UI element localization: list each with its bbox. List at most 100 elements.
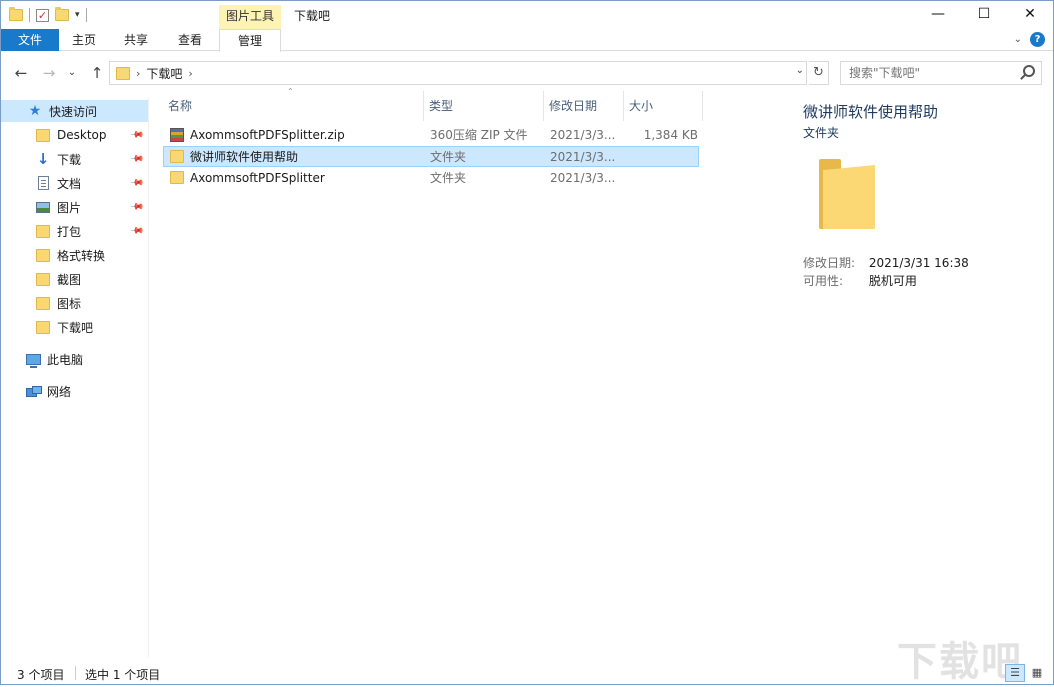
sidebar-item-label: 网络 (47, 383, 71, 400)
details-view-icon[interactable]: ☰ (1005, 664, 1025, 682)
sidebar-item-downloads[interactable]: ↓ 下载 📌 (1, 148, 148, 170)
column-header-size[interactable]: 大小 (629, 91, 653, 121)
expand-ribbon-icon[interactable]: ⌄ (1014, 34, 1022, 45)
address-bar[interactable]: › 下载吧 › ⌄ (109, 61, 807, 85)
file-date: 2021/3/3... (550, 171, 615, 185)
pin-icon[interactable]: 📌 (129, 223, 144, 238)
file-name: 微讲师软件使用帮助 (190, 148, 298, 165)
maximize-button[interactable]: ☐ (961, 1, 1007, 29)
column-divider[interactable] (423, 91, 424, 121)
column-divider[interactable] (702, 91, 703, 121)
sidebar-item-label: 快速访问 (49, 103, 97, 120)
column-divider[interactable] (543, 91, 544, 121)
file-row[interactable]: AxommsoftPDFSplitter.zip 360压缩 ZIP 文件 20… (163, 124, 699, 145)
column-header-name[interactable]: 名称 (168, 91, 192, 121)
sidebar-item-documents[interactable]: 文档 📌 (1, 172, 148, 194)
sidebar-item-this-pc[interactable]: 此电脑 (1, 348, 148, 370)
sidebar-item-desktop[interactable]: Desktop 📌 (1, 124, 148, 146)
navigation-pane: ★ 快速访问 Desktop 📌 ↓ 下载 📌 文档 📌 图片 📌 打包 📌 (1, 97, 149, 657)
details-title: 微讲师软件使用帮助 (803, 101, 938, 122)
back-arrow-icon[interactable]: ← (11, 63, 31, 83)
folder-icon (36, 297, 50, 310)
large-icons-view-icon[interactable]: ▦ (1027, 664, 1047, 682)
folder-icon (170, 150, 184, 163)
folder-icon (36, 321, 50, 334)
column-divider[interactable] (623, 91, 624, 121)
document-icon (38, 176, 49, 190)
search-box[interactable] (840, 61, 1042, 85)
file-size: 1,384 KB (640, 128, 698, 142)
column-header-type[interactable]: 类型 (429, 91, 453, 121)
sidebar-item-icons[interactable]: 图标 (1, 292, 148, 314)
sidebar-item-network[interactable]: 网络 (1, 380, 148, 402)
address-dropdown-icon[interactable]: ⌄ (796, 65, 804, 76)
folder-icon (36, 225, 50, 238)
file-row[interactable]: 微讲师软件使用帮助 文件夹 2021/3/3... (163, 146, 699, 167)
breadcrumb-chevron-icon[interactable]: › (136, 67, 140, 80)
toolbar-divider (86, 8, 87, 22)
sidebar-item-quick-access[interactable]: ★ 快速访问 (1, 100, 148, 122)
window-title: 下载吧 (294, 7, 330, 24)
pin-icon[interactable]: 📌 (129, 199, 144, 214)
file-name: AxommsoftPDFSplitter.zip (190, 128, 345, 142)
customize-toolbar-icon[interactable]: ▾ (75, 10, 80, 20)
tab-view[interactable]: 查看 (169, 29, 211, 51)
tab-home[interactable]: 主页 (63, 29, 105, 51)
folder-icon (9, 9, 23, 21)
sidebar-item-label: Desktop (57, 128, 107, 142)
folder-icon (36, 273, 50, 286)
sidebar-item-label: 格式转换 (57, 247, 105, 264)
breadcrumb-item[interactable]: 下载吧 (146, 65, 182, 82)
file-row[interactable]: AxommsoftPDFSplitter 文件夹 2021/3/3... (163, 167, 699, 188)
tab-file[interactable]: 文件 (1, 29, 59, 51)
new-folder-icon[interactable] (55, 9, 69, 21)
search-icon[interactable] (1023, 65, 1035, 77)
sidebar-item-xiazaiba[interactable]: 下载吧 (1, 316, 148, 338)
picture-tools-context-tab: 图片工具 (219, 5, 281, 29)
status-bar: 3 个项目 选中 1 个项目 ☰ ▦ (1, 661, 1053, 685)
sidebar-item-label: 打包 (57, 223, 81, 240)
folder-icon (36, 249, 50, 262)
network-icon (26, 386, 41, 397)
file-date: 2021/3/3... (550, 150, 615, 164)
sidebar-item-package[interactable]: 打包 📌 (1, 220, 148, 242)
forward-arrow-icon[interactable]: → (39, 63, 59, 83)
details-value: 脱机可用 (869, 274, 917, 288)
pin-icon[interactable]: 📌 (129, 175, 144, 190)
pin-icon[interactable]: 📌 (129, 151, 144, 166)
pin-icon[interactable]: 📌 (129, 127, 144, 142)
status-divider (75, 666, 76, 680)
file-type: 文件夹 (430, 148, 466, 165)
file-type: 文件夹 (430, 169, 466, 186)
close-button[interactable]: ✕ (1007, 1, 1053, 29)
refresh-icon[interactable]: ↻ (809, 61, 829, 85)
item-count: 3 个项目 (17, 666, 64, 683)
sidebar-item-label: 文档 (57, 175, 81, 192)
minimize-button[interactable]: — (915, 1, 961, 29)
column-header-date[interactable]: 修改日期 (549, 91, 597, 121)
recent-locations-icon[interactable]: ⌄ (65, 63, 79, 83)
navigation-bar: ← → ⌄ ↑ › 下载吧 › ⌄ ↻ (1, 57, 1053, 89)
search-input[interactable] (841, 62, 1011, 84)
quick-access-toolbar: ✓ ▾ (9, 5, 87, 25)
file-type: 360压缩 ZIP 文件 (430, 126, 528, 143)
ribbon-controls: ⌄ ? (1014, 32, 1045, 47)
details-availability: 可用性: 脱机可用 (803, 272, 917, 289)
sidebar-item-screenshots[interactable]: 截图 (1, 268, 148, 290)
tab-manage[interactable]: 管理 (219, 29, 281, 52)
tab-share[interactable]: 共享 (115, 29, 157, 51)
pictures-icon (36, 202, 50, 213)
sidebar-item-format-convert[interactable]: 格式转换 (1, 244, 148, 266)
sidebar-item-pictures[interactable]: 图片 📌 (1, 196, 148, 218)
help-icon[interactable]: ? (1030, 32, 1045, 47)
folder-icon (170, 171, 184, 184)
sidebar-item-label: 此电脑 (47, 351, 83, 368)
sidebar-item-label: 图标 (57, 295, 81, 312)
up-arrow-icon[interactable]: ↑ (87, 63, 107, 83)
folder-icon (36, 129, 50, 142)
breadcrumb-chevron-icon[interactable]: › (188, 67, 192, 80)
properties-icon[interactable]: ✓ (36, 9, 49, 22)
sidebar-item-label: 图片 (57, 199, 81, 216)
explorer-window: ✓ ▾ 图片工具 下载吧 — ☐ ✕ 文件 主页 共享 查看 管理 ⌄ ? ← … (0, 0, 1054, 685)
sort-indicator-icon: ⌃ (287, 87, 294, 96)
